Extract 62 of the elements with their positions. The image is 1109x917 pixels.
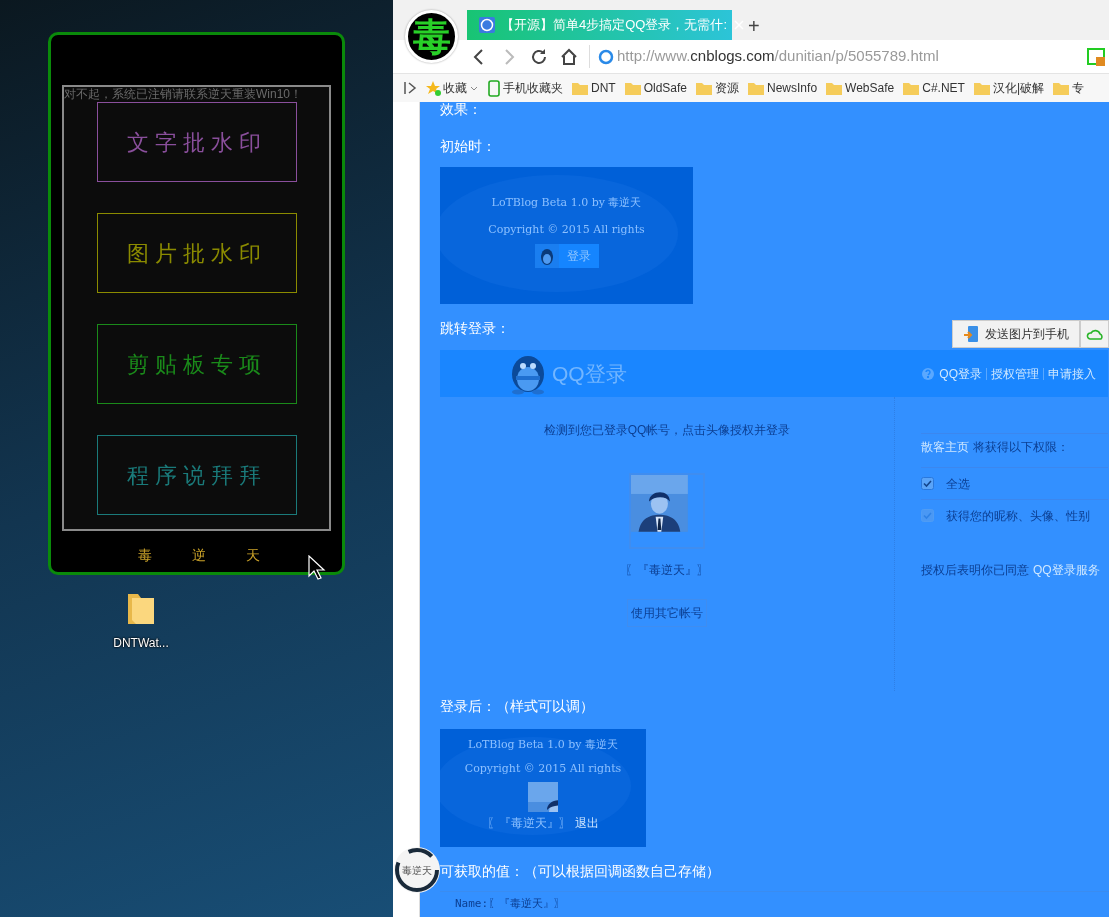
copyright-text: Copyright © 2015 All rights (464, 760, 622, 777)
footer-text: 逆 (191, 546, 206, 565)
prompt-text: 检测到您已登录QQ帐号，点击头像授权并登录 (543, 422, 791, 439)
copyright-text: Copyright © 2015 All rights (488, 221, 645, 238)
checkbox-label: 全选 (946, 475, 970, 493)
folder-icon (623, 80, 642, 96)
home-icon[interactable] (559, 46, 579, 67)
bookmark-item[interactable]: 资源 (695, 79, 740, 97)
address-bar[interactable]: http://www.cnblogs.com/dunitian/p/5055789.html (589, 45, 1109, 68)
action-button[interactable]: 剪贴板专项 (97, 324, 297, 404)
url-text: http://www.cnblogs.com/dunitian/p/5055789.html (617, 46, 939, 67)
nickname-text: 〖『毒逆天』〗 (487, 816, 571, 831)
penguin-icon (534, 244, 559, 268)
extension-icon[interactable] (1087, 46, 1105, 67)
tab-title: 【开源】简单4步搞定QQ登录，无需什: (501, 16, 728, 35)
permission-intro-text: 将获得以下权限： (973, 439, 1069, 456)
folder-icon (1052, 80, 1071, 96)
bookmark-item[interactable]: C#.NET (902, 79, 965, 97)
folder-icon (972, 80, 991, 96)
paragraph-text: 初始时： (440, 137, 496, 156)
widget-title: LoTBlog Beta 1.0 by 毒逆天 (468, 737, 618, 753)
checkbox-label: 获得您的昵称、头像、性别 (946, 507, 1090, 525)
checkbox[interactable] (921, 477, 934, 490)
nickname-text: 〖『毒逆天』〗 (625, 562, 709, 579)
bookmark-item[interactable]: NewsInfo (747, 79, 818, 97)
folder-icon (902, 80, 921, 96)
bookmark-item[interactable]: 收藏 (425, 79, 479, 97)
sidebar-toggle-icon[interactable] (403, 79, 417, 97)
bookmark-item[interactable]: OldSafe (623, 79, 688, 97)
cloud-button[interactable] (1080, 320, 1109, 348)
send-to-phone-button[interactable]: 发送图片到手机 (952, 320, 1080, 348)
folder-icon (747, 80, 766, 96)
code-block: Name:〖『毒逆天』〗 (440, 891, 1109, 917)
star-icon (425, 80, 441, 96)
loading-text: 毒逆天 (402, 863, 432, 878)
paragraph-text: 登录后：（样式可以调） (440, 697, 594, 716)
widget-title: LoTBlog Beta 1.0 by 毒逆天 (491, 195, 642, 211)
bookmark-item[interactable]: 手机收藏夹 (487, 79, 563, 97)
site-icon (479, 17, 495, 33)
globe-icon (598, 48, 614, 65)
footer-text: 毒 (137, 546, 152, 565)
notice-text: 对不起，系统已注销请联系逆天重装Win10！ (64, 87, 302, 101)
footer-text: 天 (245, 546, 260, 565)
phone-icon (963, 325, 979, 343)
logout-link[interactable]: 退出 (575, 816, 599, 831)
bookmark-item[interactable]: DNT (571, 79, 616, 97)
folder-icon (695, 80, 714, 96)
paragraph-text: 可获取的值：（可以根据回调函数自己存储） (440, 862, 720, 881)
phone-icon (487, 79, 501, 97)
brand-title: QQ登录 (552, 360, 627, 387)
paragraph-text: 跳转登录： (440, 319, 510, 338)
paragraph-text: 效果： (440, 102, 482, 119)
action-button[interactable]: 图片批水印 (97, 213, 297, 293)
bookmark-item[interactable]: 专 (1052, 79, 1085, 97)
action-button[interactable]: 程序说拜拜 (97, 435, 297, 515)
bookmark-item[interactable]: 汉化|破解 (972, 79, 1045, 97)
bookmark-item[interactable]: WebSafe (825, 79, 895, 97)
new-tab-button[interactable]: + (742, 16, 766, 36)
agreement-text: 授权后表明你已同意 (921, 562, 1029, 579)
folder-icon (825, 80, 844, 96)
desktop-icon-label[interactable]: DNTWat... (113, 634, 169, 652)
folder-icon (571, 80, 589, 96)
